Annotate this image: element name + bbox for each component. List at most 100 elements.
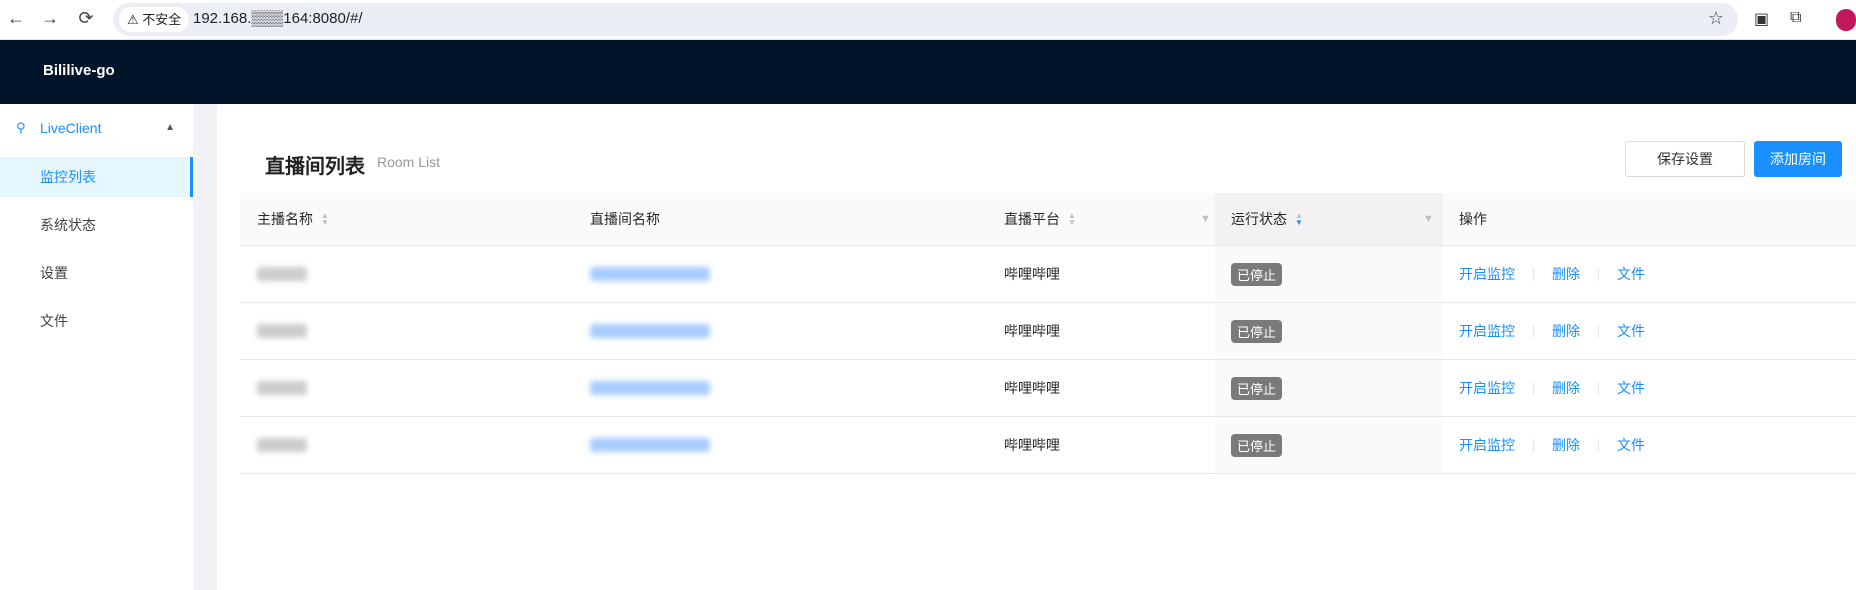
status-badge: 已停止 xyxy=(1231,319,1283,343)
redacted-host-name xyxy=(257,267,307,281)
divider xyxy=(1533,324,1534,338)
platform-label: 哔哩哔哩 xyxy=(1004,380,1060,396)
delete-link[interactable]: 删除 xyxy=(1552,435,1580,455)
submenu-liveclient[interactable]: ⚲ LiveClient ▲ xyxy=(0,108,193,148)
puzzle-extensions-icon[interactable]: ⧉ xyxy=(1790,9,1801,27)
sidebar-item-settings[interactable]: 设置 xyxy=(0,253,193,293)
status-badge: 已停止 xyxy=(1231,433,1283,457)
security-indicator[interactable]: ⚠ 不安全 xyxy=(119,7,190,32)
app-header: Bililive-go xyxy=(0,40,1856,104)
room-name-cell[interactable] xyxy=(590,417,710,473)
table-row: 哔哩哔哩 已停止 开启监控 删除 文件 xyxy=(240,417,1856,474)
start-monitor-link[interactable]: 开启监控 xyxy=(1459,321,1515,341)
host-name-cell xyxy=(257,246,307,302)
url-text: 192.168.▒▒▒164:8080/#/ xyxy=(193,10,363,27)
divider xyxy=(1533,267,1534,281)
extension-icon[interactable]: ▣ xyxy=(1754,9,1769,29)
delete-link[interactable]: 删除 xyxy=(1552,264,1580,284)
platform-label: 哔哩哔哩 xyxy=(1004,266,1060,282)
table-header: 主播名称 ▲ ▼ 直播间名称 直播平台 ▲ ▼ ▼ 运行状态 ▲ ▼ ▼ 操作 xyxy=(240,193,1856,246)
room-name-cell[interactable] xyxy=(590,360,710,416)
sidebar-gutter xyxy=(193,104,217,590)
platform-label: 哔哩哔哩 xyxy=(1004,323,1060,339)
divider xyxy=(1598,267,1599,281)
filter-icon[interactable]: ▼ xyxy=(1200,213,1211,225)
column-header-status[interactable]: 运行状态 ▲ ▼ xyxy=(1215,193,1443,245)
back-icon[interactable]: ← xyxy=(4,8,28,29)
delete-link[interactable]: 删除 xyxy=(1552,378,1580,398)
files-link[interactable]: 文件 xyxy=(1617,321,1645,341)
platform-cell: 哔哩哔哩 xyxy=(1004,417,1060,473)
column-header-platform[interactable]: 直播平台 ▲ ▼ xyxy=(1004,193,1076,245)
address-bar[interactable]: ⚠ 不安全 192.168.▒▒▒164:8080/#/ ☆ xyxy=(113,3,1738,36)
room-table: 主播名称 ▲ ▼ 直播间名称 直播平台 ▲ ▼ ▼ 运行状态 ▲ ▼ ▼ 操作 哔哩哔哩 已… xyxy=(240,193,1856,474)
platform-cell: 哔哩哔哩 xyxy=(1004,360,1060,416)
divider xyxy=(1533,381,1534,395)
status-badge: 已停止 xyxy=(1231,376,1283,400)
redacted-host-name xyxy=(257,381,307,395)
app-logo: Bililive-go xyxy=(43,62,115,79)
add-room-button[interactable]: 添加房间 xyxy=(1754,141,1842,177)
table-row: 哔哩哔哩 已停止 开启监控 删除 文件 xyxy=(240,303,1856,360)
sort-icon[interactable]: ▲ ▼ xyxy=(1295,212,1303,227)
table-row: 哔哩哔哩 已停止 开启监控 删除 文件 xyxy=(240,246,1856,303)
files-link[interactable]: 文件 xyxy=(1617,435,1645,455)
redacted-room-name-link[interactable] xyxy=(590,324,710,338)
redacted-host-name xyxy=(257,324,307,338)
sidebar-item-system-status[interactable]: 系统状态 xyxy=(0,205,193,245)
column-label: 操作 xyxy=(1459,211,1487,227)
sort-icon[interactable]: ▲ ▼ xyxy=(1068,212,1076,227)
room-name-cell[interactable] xyxy=(590,303,710,359)
sidebar-item-monitor-list[interactable]: 监控列表 xyxy=(0,157,193,197)
divider xyxy=(1598,324,1599,338)
status-cell: 已停止 xyxy=(1215,417,1443,473)
actions-cell: 开启监控 删除 文件 xyxy=(1459,246,1645,302)
column-header-actions: 操作 xyxy=(1459,193,1487,245)
search-icon: ⚲ xyxy=(16,120,26,135)
submenu-label: LiveClient xyxy=(40,120,102,136)
redacted-room-name-link[interactable] xyxy=(590,381,710,395)
bookmark-star-icon[interactable]: ☆ xyxy=(1708,8,1724,29)
column-label: 直播平台 xyxy=(1004,211,1060,227)
host-name-cell xyxy=(257,303,307,359)
reload-icon[interactable]: ⟳ xyxy=(74,8,98,29)
files-link[interactable]: 文件 xyxy=(1617,378,1645,398)
platform-cell: 哔哩哔哩 xyxy=(1004,303,1060,359)
sidebar-item-files[interactable]: 文件 xyxy=(0,301,193,341)
start-monitor-link[interactable]: 开启监控 xyxy=(1459,378,1515,398)
browser-toolbar: ← → ⟳ ⚠ 不安全 192.168.▒▒▒164:8080/#/ ☆ ▣ ⧉ xyxy=(0,0,1856,40)
divider xyxy=(1598,381,1599,395)
status-cell: 已停止 xyxy=(1215,303,1443,359)
page-title: 直播间列表 xyxy=(265,156,365,178)
table-row: 哔哩哔哩 已停止 开启监控 删除 文件 xyxy=(240,360,1856,417)
redacted-room-name-link[interactable] xyxy=(590,267,710,281)
start-monitor-link[interactable]: 开启监控 xyxy=(1459,264,1515,284)
status-badge: 已停止 xyxy=(1231,262,1283,286)
start-monitor-link[interactable]: 开启监控 xyxy=(1459,435,1515,455)
actions-cell: 开启监控 删除 文件 xyxy=(1459,417,1645,473)
security-label: 不安全 xyxy=(142,12,182,27)
forward-icon[interactable]: → xyxy=(38,8,62,29)
column-header-room: 直播间名称 xyxy=(590,193,660,245)
files-link[interactable]: 文件 xyxy=(1617,264,1645,284)
delete-link[interactable]: 删除 xyxy=(1552,321,1580,341)
divider xyxy=(1598,438,1599,452)
host-name-cell xyxy=(257,360,307,416)
column-label: 主播名称 xyxy=(257,211,313,227)
host-name-cell xyxy=(257,417,307,473)
save-settings-button[interactable]: 保存设置 xyxy=(1625,141,1745,177)
redacted-room-name-link[interactable] xyxy=(590,438,710,452)
column-label: 运行状态 xyxy=(1231,211,1287,227)
column-header-host[interactable]: 主播名称 ▲ ▼ xyxy=(257,193,329,245)
filter-icon[interactable]: ▼ xyxy=(1423,213,1434,225)
status-cell: 已停止 xyxy=(1215,360,1443,416)
platform-label: 哔哩哔哩 xyxy=(1004,437,1060,453)
divider xyxy=(1533,438,1534,452)
page-subtitle: Room List xyxy=(377,154,441,170)
profile-avatar[interactable] xyxy=(1836,9,1856,31)
room-name-cell[interactable] xyxy=(590,246,710,302)
sort-icon[interactable]: ▲ ▼ xyxy=(321,212,329,227)
actions-cell: 开启监控 删除 文件 xyxy=(1459,303,1645,359)
column-label: 直播间名称 xyxy=(590,211,660,227)
status-cell: 已停止 xyxy=(1215,246,1443,302)
